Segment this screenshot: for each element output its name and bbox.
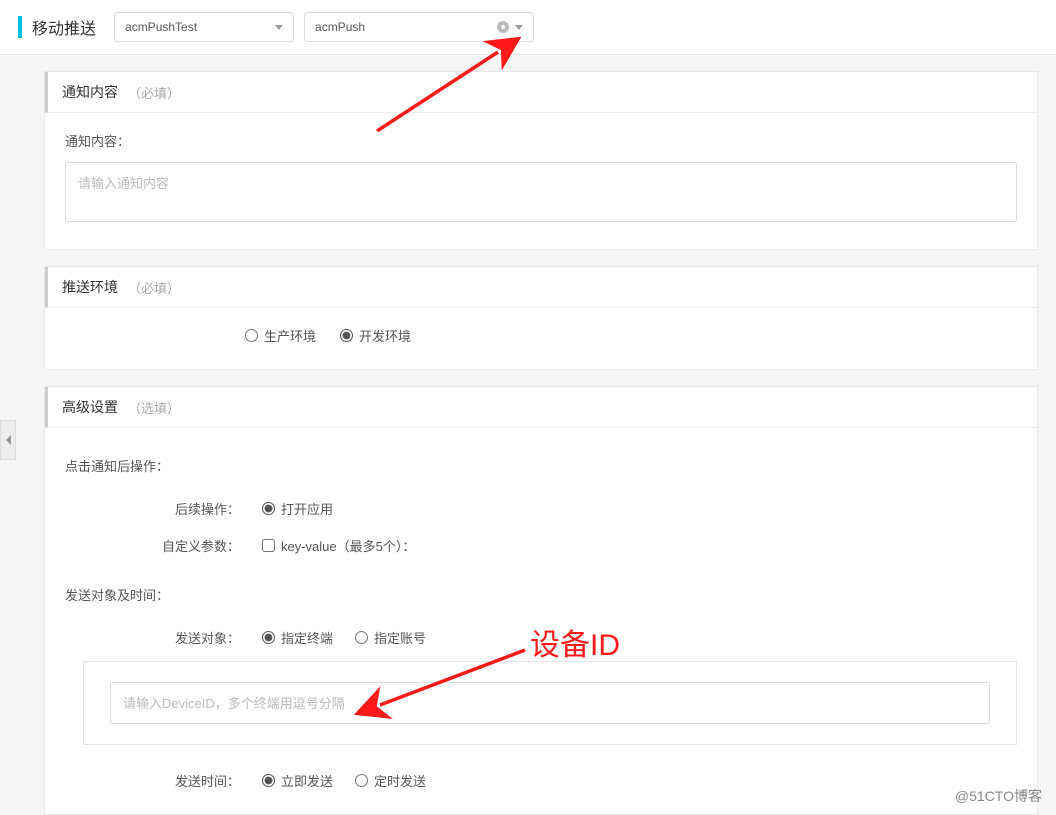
target-account-radio[interactable]: 指定账号 — [355, 628, 426, 647]
panel-env-header: 推送环境 （必填） — [45, 267, 1037, 308]
panel-notify: 通知内容 （必填） 通知内容： — [44, 71, 1038, 250]
app-select[interactable]: acmPush — [304, 12, 534, 42]
followup-open-app-label: 打开应用 — [281, 499, 333, 518]
panel-advanced-header: 高级设置 （选填） — [45, 387, 1037, 428]
panel-env-hint: （必填） — [128, 278, 180, 297]
send-now-label: 立即发送 — [281, 771, 333, 790]
custom-params-option-label: key-value（最多5个）： — [281, 536, 415, 555]
panel-advanced-title: 高级设置 — [62, 397, 118, 417]
notify-content-label: 通知内容： — [65, 131, 1017, 150]
custom-params-label: 自定义参数： — [65, 536, 240, 555]
send-scheduled-label: 定时发送 — [374, 771, 426, 790]
followup-label: 后续操作： — [65, 499, 240, 518]
top-bar: 移动推送 acmPushTest acmPush — [0, 0, 1056, 55]
panel-notify-hint: （必填） — [128, 83, 180, 102]
project-select[interactable]: acmPushTest — [114, 12, 294, 42]
panel-env-title: 推送环境 — [62, 277, 118, 297]
target-account-label: 指定账号 — [374, 628, 426, 647]
app-select-value: acmPush — [315, 20, 365, 34]
watermark: @51CTO博客 — [955, 786, 1042, 806]
annotation-device-id-label: 设备ID — [530, 620, 620, 664]
panel-env: 推送环境 （必填） 生产环境 开发环境 — [44, 266, 1038, 370]
chevron-down-icon — [275, 25, 283, 30]
after-click-label: 点击通知后操作： — [65, 456, 1017, 475]
sidebar-collapse-toggle[interactable] — [0, 420, 16, 460]
target-label: 发送对象： — [65, 628, 240, 647]
page-title: 移动推送 — [32, 15, 96, 39]
notify-content-input[interactable] — [65, 162, 1017, 222]
content-area: 通知内容 （必填） 通知内容： 推送环境 （必填） 生产环境 开发环境 — [0, 71, 1056, 815]
env-dev-radio[interactable]: 开发环境 — [340, 326, 411, 345]
panel-notify-title: 通知内容 — [62, 82, 118, 102]
custom-params-checkbox[interactable]: key-value（最多5个）： — [262, 536, 415, 555]
device-id-input[interactable] — [110, 682, 990, 724]
target-device-radio[interactable]: 指定终端 — [262, 628, 333, 647]
device-id-box — [83, 661, 1017, 745]
send-now-radio[interactable]: 立即发送 — [262, 771, 333, 790]
panel-advanced: 高级设置 （选填） 点击通知后操作： 后续操作： 打开应用 自定义参数： key… — [44, 386, 1038, 815]
accent-bar — [18, 16, 22, 38]
project-select-value: acmPushTest — [125, 20, 197, 34]
target-time-label: 发送对象及时间： — [65, 585, 1017, 604]
send-scheduled-radio[interactable]: 定时发送 — [355, 771, 426, 790]
env-dev-label: 开发环境 — [359, 326, 411, 345]
env-prod-label: 生产环境 — [264, 326, 316, 345]
chevron-down-icon — [515, 25, 523, 30]
panel-advanced-hint: （选填） — [128, 398, 180, 417]
followup-open-app-radio[interactable]: 打开应用 — [262, 499, 333, 518]
gear-icon[interactable] — [497, 21, 509, 33]
chevron-left-icon — [6, 435, 11, 445]
panel-notify-header: 通知内容 （必填） — [45, 72, 1037, 113]
target-device-label: 指定终端 — [281, 628, 333, 647]
env-prod-radio[interactable]: 生产环境 — [245, 326, 316, 345]
send-time-label: 发送时间： — [65, 771, 240, 790]
